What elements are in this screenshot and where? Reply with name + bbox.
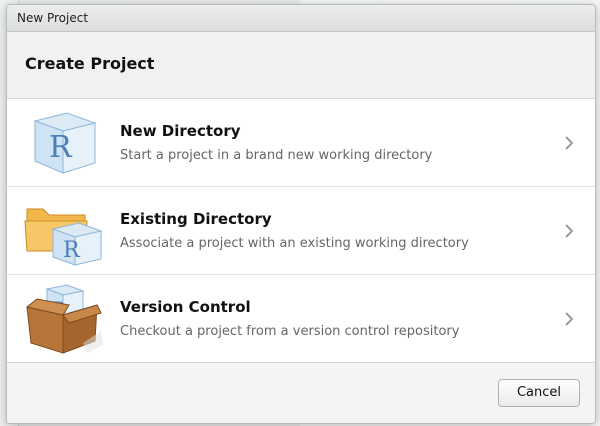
dialog-titlebar[interactable]: New Project [7, 5, 595, 32]
option-description: Checkout a project from a version contro… [120, 324, 460, 339]
chevron-right-icon [565, 136, 574, 150]
r-cube-icon: R [33, 112, 97, 174]
dialog-header: Create Project [7, 32, 595, 99]
dialog-footer: Cancel [7, 363, 595, 423]
option-title: New Directory [120, 122, 241, 140]
folder-r-icon: R [24, 208, 103, 266]
chevron-right-icon [565, 224, 574, 238]
option-title: Existing Directory [120, 210, 272, 228]
dialog-title: New Project [17, 11, 89, 25]
header-title: Create Project [25, 54, 155, 73]
chevron-right-icon [565, 312, 574, 326]
option-title: Version Control [120, 298, 251, 316]
svg-text:R: R [63, 238, 81, 263]
option-new-directory[interactable]: R New Directory Start a project in a bra… [7, 99, 595, 187]
new-project-dialog: New Project Create Project R New Directo… [6, 4, 596, 424]
option-version-control[interactable]: R Version Control Checkout a project fro… [7, 275, 595, 362]
box-r-icon: R [25, 284, 103, 354]
svg-text:R: R [49, 130, 73, 165]
option-description: Associate a project with an existing wor… [120, 236, 469, 251]
cancel-button[interactable]: Cancel [498, 379, 580, 407]
project-type-list: R New Directory Start a project in a bra… [7, 99, 595, 363]
option-existing-directory[interactable]: R Existing Directory Associate a project… [7, 187, 595, 275]
option-description: Start a project in a brand new working d… [120, 148, 433, 163]
